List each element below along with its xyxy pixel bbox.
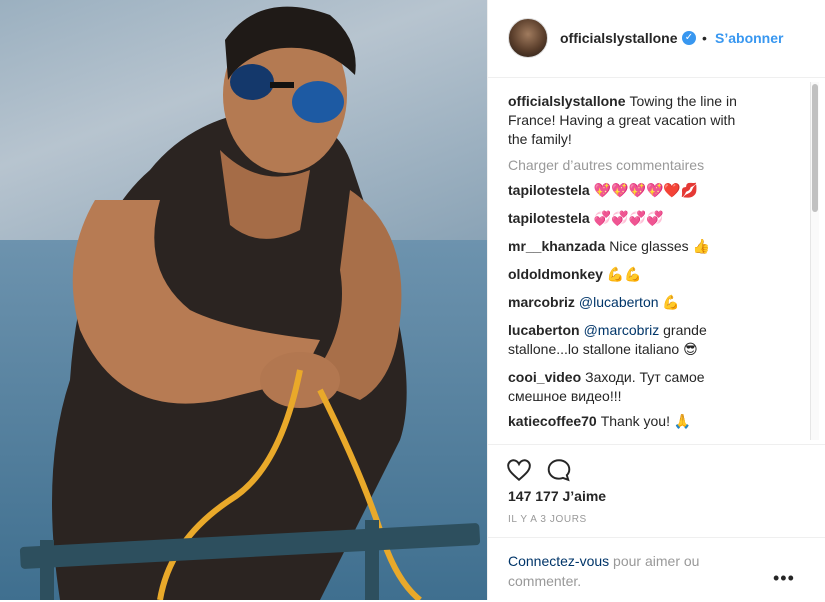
likes-count[interactable]: 147 177 J’aime (508, 488, 606, 504)
comments-scrollbar[interactable] (810, 82, 819, 440)
caption: officialslystallone Towing the line in Fr… (508, 92, 758, 149)
comment-username[interactable]: cooi_video (508, 369, 581, 385)
comment-item: lucaberton @marcobriz grande stallone...l… (508, 321, 758, 359)
comment-username[interactable]: tapilotestela (508, 210, 590, 226)
comment-item: katiecoffee70 Thank you! 🙏 (508, 412, 758, 431)
comment-text: Nice glasses 👍 (609, 238, 710, 254)
comment-username[interactable]: katiecoffee70 (508, 413, 597, 429)
load-more-comments-link[interactable]: Charger d’autres commentaires (508, 157, 704, 173)
comment-item: tapilotestela 💖💖💖💖❤️💋 (508, 181, 758, 200)
post-timestamp[interactable]: IL Y A 3 JOURS (508, 514, 587, 525)
header-username[interactable]: officialslystallone (560, 30, 677, 46)
comment-mention[interactable]: @lucaberton (579, 294, 659, 310)
comment-username[interactable]: mr__khanzada (508, 238, 605, 254)
login-prompt-area: Connectez-vous pour aimer ou commenter. … (488, 537, 825, 602)
comment-text: Thank you! 🙏 (600, 413, 692, 429)
comment-text: 💪 (658, 294, 680, 310)
comment-username[interactable]: marcobriz (508, 294, 575, 310)
follow-button[interactable]: S’abonner (715, 30, 783, 46)
comment-item: mr__khanzada Nice glasses 👍 (508, 237, 758, 256)
post-actions: 147 177 J’aime IL Y A 3 JOURS Connectez-… (488, 444, 825, 600)
comment-mention[interactable]: @marcobriz (584, 322, 660, 338)
verified-badge-icon: ✓ (682, 31, 696, 45)
comment-icon[interactable] (546, 457, 572, 483)
comments-list[interactable]: officialslystallone Towing the line in Fr… (488, 78, 810, 444)
scrollbar-thumb[interactable] (812, 84, 818, 212)
post-side-panel: officialslystallone ✓ • S’abonner offici… (487, 0, 825, 600)
person-illustration (52, 6, 422, 600)
comment-username[interactable]: lucaberton (508, 322, 580, 338)
comment-text: 💪💪 (606, 266, 642, 282)
more-options-icon[interactable]: ••• (773, 568, 795, 589)
separator-dot: • (702, 30, 707, 46)
comment-text: 💖💖💖💖❤️💋 (593, 182, 699, 198)
login-link[interactable]: Connectez-vous (508, 553, 609, 569)
comment-text: 💞💞💞💞 (593, 210, 664, 226)
caption-username[interactable]: officialslystallone (508, 93, 625, 109)
login-prompt: Connectez-vous pour aimer ou commenter. (508, 551, 738, 591)
boat-rail-post (365, 520, 379, 600)
comment-username[interactable]: tapilotestela (508, 182, 590, 198)
avatar[interactable] (508, 18, 548, 58)
comment-username[interactable]: oldoldmonkey (508, 266, 603, 282)
comment-item: tapilotestela 💞💞💞💞 (508, 209, 758, 228)
boat-rail-post (40, 540, 54, 600)
post-header: officialslystallone ✓ • S’abonner (488, 0, 825, 78)
comment-item: cooi_video Заходи. Тут самое смешное виде… (508, 368, 758, 406)
heart-icon[interactable] (506, 457, 532, 483)
comment-item: oldoldmonkey 💪💪 (508, 265, 758, 284)
post-photo[interactable] (0, 0, 487, 600)
comment-item: marcobriz @lucaberton 💪 (508, 293, 758, 312)
